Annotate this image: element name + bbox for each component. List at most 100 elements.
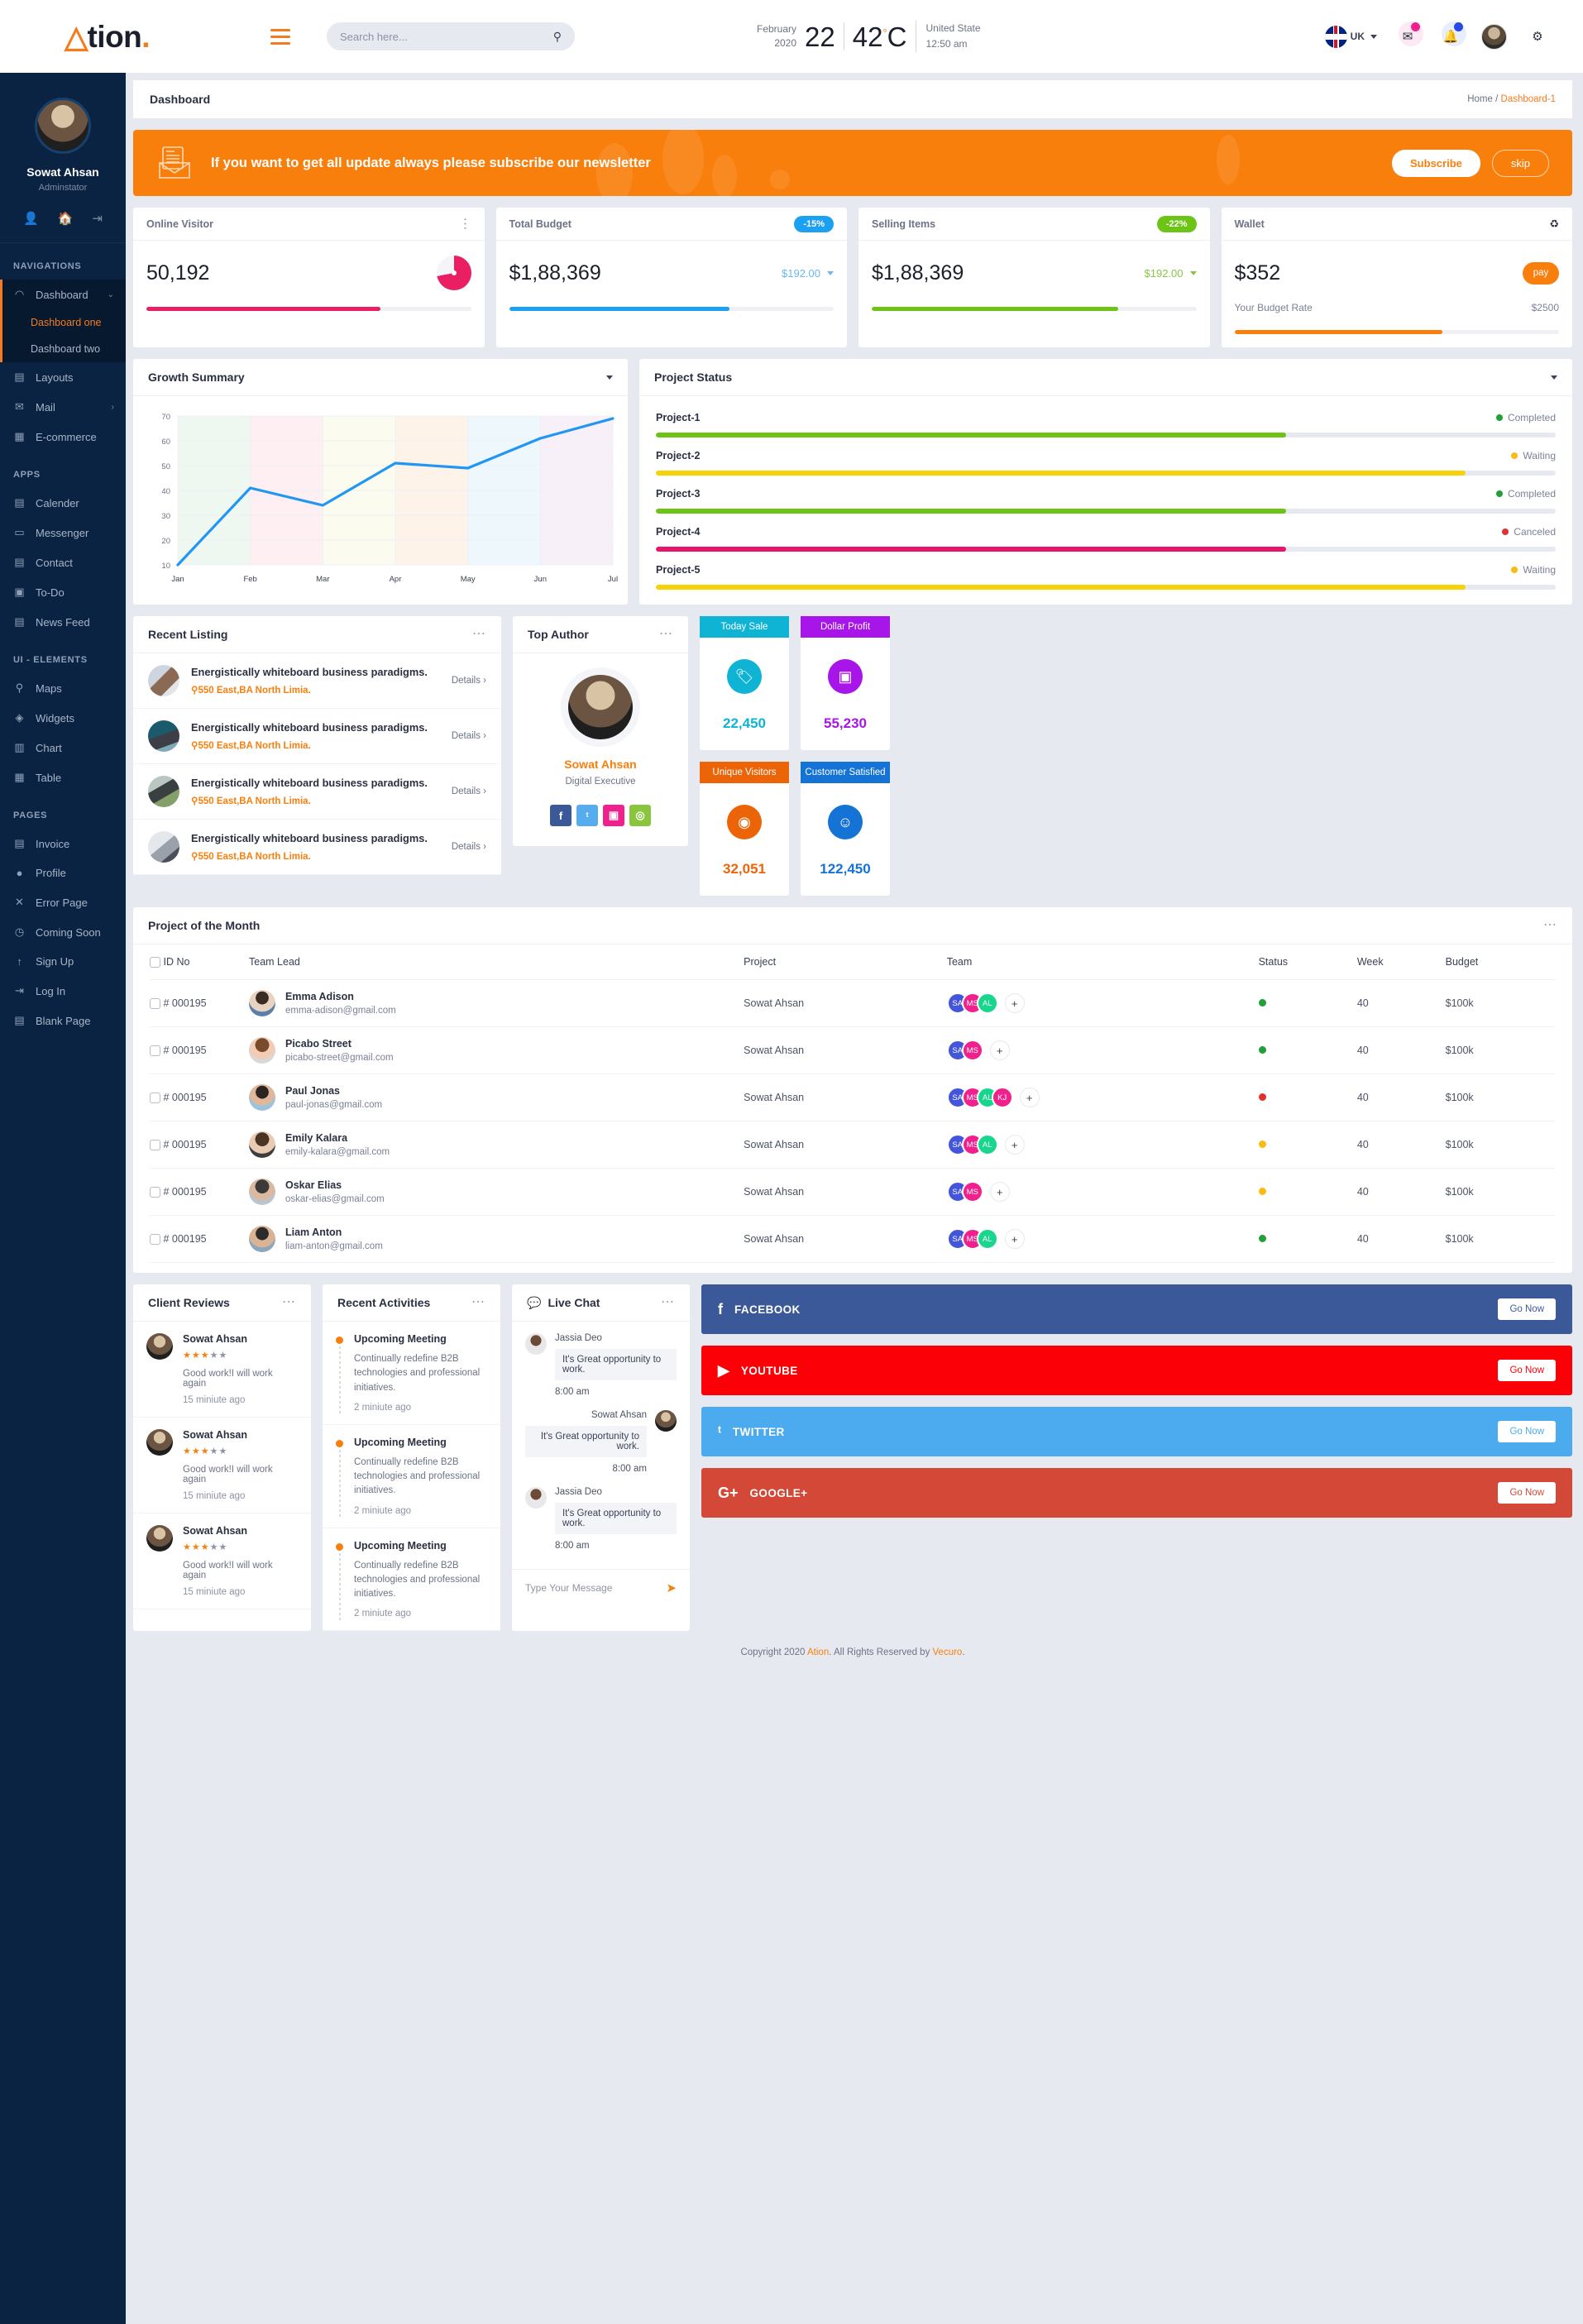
list-item[interactable]: Energistically whiteboard business parad… [133, 820, 501, 875]
sidebar-item-mail[interactable]: ✉ Mail › [0, 392, 126, 422]
subscribe-button[interactable]: Subscribe [1392, 149, 1480, 177]
sidebar-item-profile[interactable]: ● Profile [0, 858, 126, 887]
progress-track [656, 547, 1556, 552]
sidebar-item-label: Maps [36, 681, 62, 695]
select-all-checkbox[interactable] [150, 957, 160, 968]
row-checkbox[interactable] [150, 1234, 160, 1246]
list-item[interactable]: Energistically whiteboard business parad… [133, 764, 501, 820]
language-selector[interactable]: UK [1324, 25, 1377, 48]
go-now-button[interactable]: Go Now [1498, 1421, 1556, 1443]
project-status-row: Project-5 Waiting [639, 555, 1572, 593]
sidebar-item-log-in[interactable]: ⇥ Log In [0, 976, 126, 1006]
logout-icon[interactable]: ⇥ [92, 211, 103, 226]
send-icon[interactable]: ➤ [666, 1580, 677, 1595]
chevron-down-icon[interactable] [606, 375, 613, 380]
chat-time: 8:00 am [555, 1541, 590, 1552]
table-row[interactable]: # 000195 Emma Adison emma-adison@gmail.c… [150, 979, 1556, 1028]
skip-button[interactable]: skip [1491, 149, 1549, 177]
sidebar-item-calender[interactable]: ▤ Calender [0, 488, 126, 518]
go-now-button[interactable]: Go Now [1498, 1482, 1556, 1504]
sidebar-item-contact[interactable]: ▤ Contact [0, 548, 126, 577]
table-row[interactable]: # 000195 Paul Jonas paul-jonas@gmail.com… [150, 1074, 1556, 1122]
social-button-youtube[interactable]: ▶ YOUTUBE Go Now [701, 1346, 1572, 1396]
sidebar-item-layouts[interactable]: ▤ Layouts [0, 362, 126, 392]
settings-button[interactable]: ⚙ [1525, 24, 1550, 49]
sidebar-item-sign-up[interactable]: ↑ Sign Up [0, 947, 126, 976]
list-item[interactable]: Energistically whiteboard business parad… [133, 653, 501, 709]
sidebar-item-news-feed[interactable]: ▤ News Feed [0, 607, 126, 637]
table-row[interactable]: # 000195 Liam Anton liam-anton@gmail.com… [150, 1215, 1556, 1264]
sidebar-subitem-dashboard-one[interactable]: Dashboard one [2, 309, 126, 336]
chart-icon: ▥ [14, 741, 25, 753]
row-checkbox[interactable] [150, 1045, 160, 1057]
avatar [568, 675, 633, 739]
add-member-button[interactable]: + [1004, 1229, 1025, 1250]
messages-button[interactable]: ✉ [1395, 22, 1423, 49]
home-icon[interactable]: 🏠 [58, 211, 74, 226]
brand-logo[interactable]: △ tion. [0, 0, 225, 73]
add-member-button[interactable]: + [1019, 1088, 1040, 1108]
details-link[interactable]: Details › [452, 787, 486, 796]
sidebar-item-blank-page[interactable]: ▤ Blank Page [0, 1006, 126, 1035]
table-row[interactable]: # 000195 Oskar Elias oskar-elias@gmail.c… [150, 1168, 1556, 1217]
author-role: Digital Executive [565, 777, 636, 787]
search-input[interactable] [340, 30, 553, 43]
sidebar-item-e-commerce[interactable]: ▦ E-commerce [0, 422, 126, 452]
details-link[interactable]: Details › [452, 842, 486, 852]
sidebar-item-widgets[interactable]: ◈ Widgets [0, 703, 126, 733]
person-icon[interactable]: 👤 [23, 211, 39, 226]
progress-track [656, 585, 1556, 590]
add-member-button[interactable]: + [989, 1040, 1010, 1061]
facebook-icon[interactable]: f [550, 805, 572, 826]
table-header-cell: Week [1356, 944, 1446, 981]
details-link[interactable]: Details › [452, 676, 486, 686]
go-now-button[interactable]: Go Now [1498, 1360, 1556, 1382]
sidebar-item-to-do[interactable]: ▣ To-Do [0, 577, 126, 607]
notifications-button[interactable]: 🔔 [1438, 22, 1466, 49]
recycle-icon[interactable]: ♻ [1549, 218, 1559, 231]
avatar[interactable] [35, 98, 91, 154]
social-button-twitter[interactable]: ᵗ TWITTER Go Now [701, 1407, 1572, 1457]
table-row[interactable]: # 000195 Picabo Street picabo-street@gma… [150, 1026, 1556, 1075]
pay-button[interactable]: pay [1523, 261, 1559, 285]
sidebar-item-messenger[interactable]: ▭ Messenger [0, 518, 126, 548]
go-now-button[interactable]: Go Now [1498, 1298, 1556, 1321]
project-name: Project-2 [656, 450, 701, 461]
row-checkbox[interactable] [150, 1187, 160, 1198]
add-member-button[interactable]: + [1004, 993, 1025, 1014]
footer-vendor-link[interactable]: Vecuro [933, 1647, 963, 1657]
sidebar-item-error-page[interactable]: ✕ Error Page [0, 887, 126, 917]
row-checkbox[interactable] [150, 998, 160, 1010]
dribbble-icon[interactable]: ◎ [629, 805, 651, 826]
details-link[interactable]: Details › [452, 731, 486, 741]
footer-brand-link[interactable]: Ation [807, 1647, 829, 1657]
sidebar-item-coming-soon[interactable]: ◷ Coming Soon [0, 917, 126, 947]
row-checkbox[interactable] [150, 1093, 160, 1104]
sidebar-item-dashboard[interactable]: ◠ Dashboard ⌄ [2, 280, 126, 309]
add-member-button[interactable]: + [989, 1182, 1010, 1203]
progress-fill [1234, 330, 1442, 334]
list-item[interactable]: Energistically whiteboard business parad… [133, 709, 501, 764]
breadcrumb-home[interactable]: Home [1467, 94, 1493, 104]
chat-input-bar[interactable]: ➤ [512, 1569, 690, 1605]
sidebar-item-invoice[interactable]: ▤ Invoice [0, 829, 126, 858]
sidebar-item-chart[interactable]: ▥ Chart [0, 733, 126, 763]
social-button-facebook[interactable]: f FACEBOOK Go Now [701, 1284, 1572, 1335]
chevron-down-icon[interactable] [1551, 375, 1557, 380]
sidebar-item-table[interactable]: ▦ Table [0, 763, 126, 792]
social-button-google[interactable]: G+ GOOGLE+ Go Now [701, 1468, 1572, 1518]
sidebar-subitem-dashboard-two[interactable]: Dashboard two [2, 336, 126, 362]
add-member-button[interactable]: + [1004, 1135, 1025, 1155]
search-box[interactable]: ⚲ [327, 22, 575, 50]
search-icon[interactable]: ⚲ [553, 30, 562, 44]
project-status-label: Waiting [1511, 564, 1556, 576]
table-row[interactable]: # 000195 Emily Kalara emily-kalara@gmail… [150, 1121, 1556, 1169]
sidebar-section-label: UI - ELEMENTS [13, 655, 88, 665]
row-checkbox[interactable] [150, 1140, 160, 1151]
chat-message-input[interactable] [525, 1581, 667, 1594]
avatar[interactable] [1481, 23, 1507, 50]
twitter-icon[interactable]: ᵗ [576, 805, 598, 826]
instagram-icon[interactable]: ▣ [603, 805, 624, 826]
sidebar-item-maps[interactable]: ⚲ Maps [0, 673, 126, 703]
menu-toggle-button[interactable] [270, 28, 290, 45]
